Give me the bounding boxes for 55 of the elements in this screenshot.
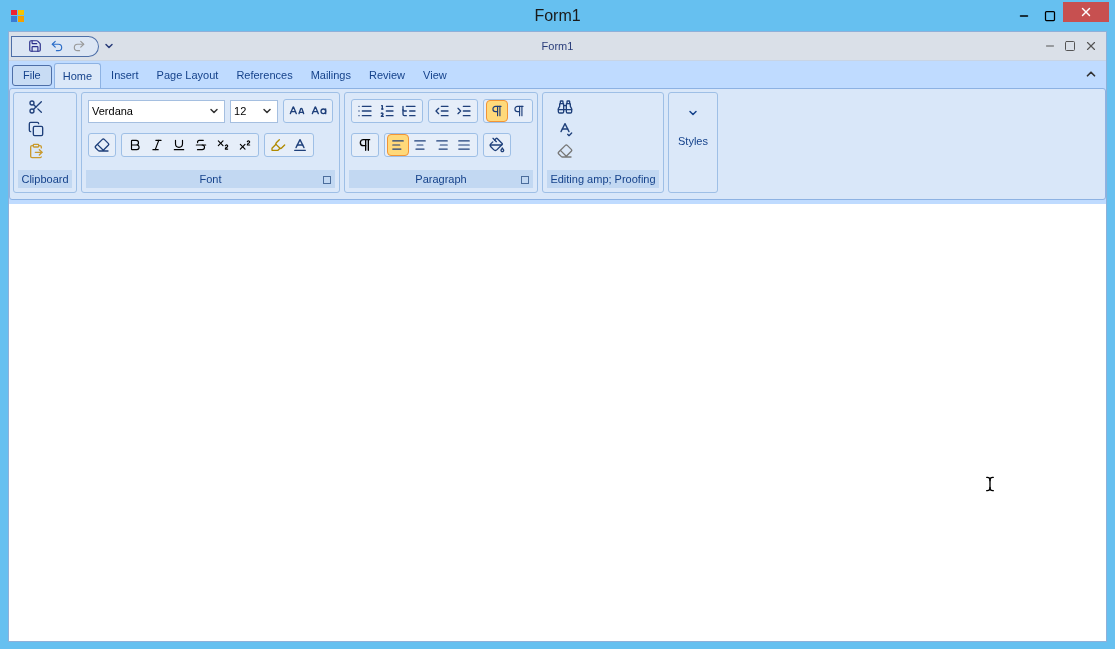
eraser-icon	[94, 137, 110, 153]
underline-icon	[172, 138, 186, 152]
highlighter-icon	[270, 137, 286, 153]
ribbon-tab[interactable]: Page Layout	[148, 63, 227, 88]
font-size-field[interactable]: 12	[230, 99, 278, 123]
justify-icon	[457, 138, 471, 152]
ribbon-tab[interactable]: References	[228, 63, 301, 88]
strikethrough-icon	[194, 138, 208, 152]
close-icon[interactable]	[1084, 39, 1098, 53]
binoculars-icon	[557, 99, 573, 115]
maximize-icon[interactable]	[1064, 40, 1076, 52]
group-label: Editing amp; Proofing	[550, 171, 656, 187]
align-left-icon	[391, 138, 405, 152]
ribbon-tab[interactable]: Mailings	[302, 63, 359, 88]
bold-icon	[128, 138, 142, 152]
cut-icon	[28, 99, 44, 115]
ribbon-tab[interactable]: Review	[361, 63, 414, 88]
undo-icon[interactable]	[50, 39, 64, 53]
file-button[interactable]: File	[12, 65, 52, 86]
align-left-button[interactable]	[387, 134, 409, 156]
app-icon	[11, 9, 24, 22]
ribbon-tab[interactable]: Insert	[103, 63, 147, 88]
pilcrow-icon	[357, 137, 373, 153]
paint-bucket-icon	[489, 137, 505, 153]
font-name-field[interactable]: Verdana	[88, 99, 225, 123]
group-label: Font	[199, 171, 222, 187]
group-label: Clipboard	[21, 171, 69, 187]
dialog-launcher-icon[interactable]	[521, 176, 529, 184]
eraser-icon	[557, 143, 573, 159]
dialog-launcher-icon[interactable]	[323, 176, 331, 184]
italic-icon	[150, 138, 164, 152]
multilevel-list-icon	[401, 103, 417, 119]
copy-icon	[28, 121, 44, 137]
decrease-indent-icon	[434, 103, 450, 119]
ribbon-tab[interactable]: View	[415, 63, 455, 88]
superscript-icon	[238, 138, 252, 152]
group-label: Paragraph	[415, 171, 467, 187]
ribbon-tab[interactable]: Home	[53, 63, 102, 88]
ltr-button[interactable]	[486, 100, 508, 122]
increase-indent-icon	[456, 103, 472, 119]
rtl-icon	[512, 104, 526, 118]
align-right-icon	[435, 138, 449, 152]
ltr-icon	[490, 104, 504, 118]
align-center-icon	[413, 138, 427, 152]
font-color-icon	[292, 137, 308, 153]
window-title: Form1	[534, 5, 581, 26]
paste-icon	[28, 143, 44, 159]
styles-button[interactable]: Styles	[668, 92, 718, 193]
save-icon[interactable]	[28, 39, 42, 53]
inner-window-title: Form1	[541, 38, 574, 54]
bulleted-list-icon	[357, 103, 373, 119]
maximize-icon	[1044, 9, 1056, 22]
subscript-icon	[216, 138, 230, 152]
numbered-list-icon	[379, 103, 395, 119]
spell-check-icon	[557, 121, 573, 137]
